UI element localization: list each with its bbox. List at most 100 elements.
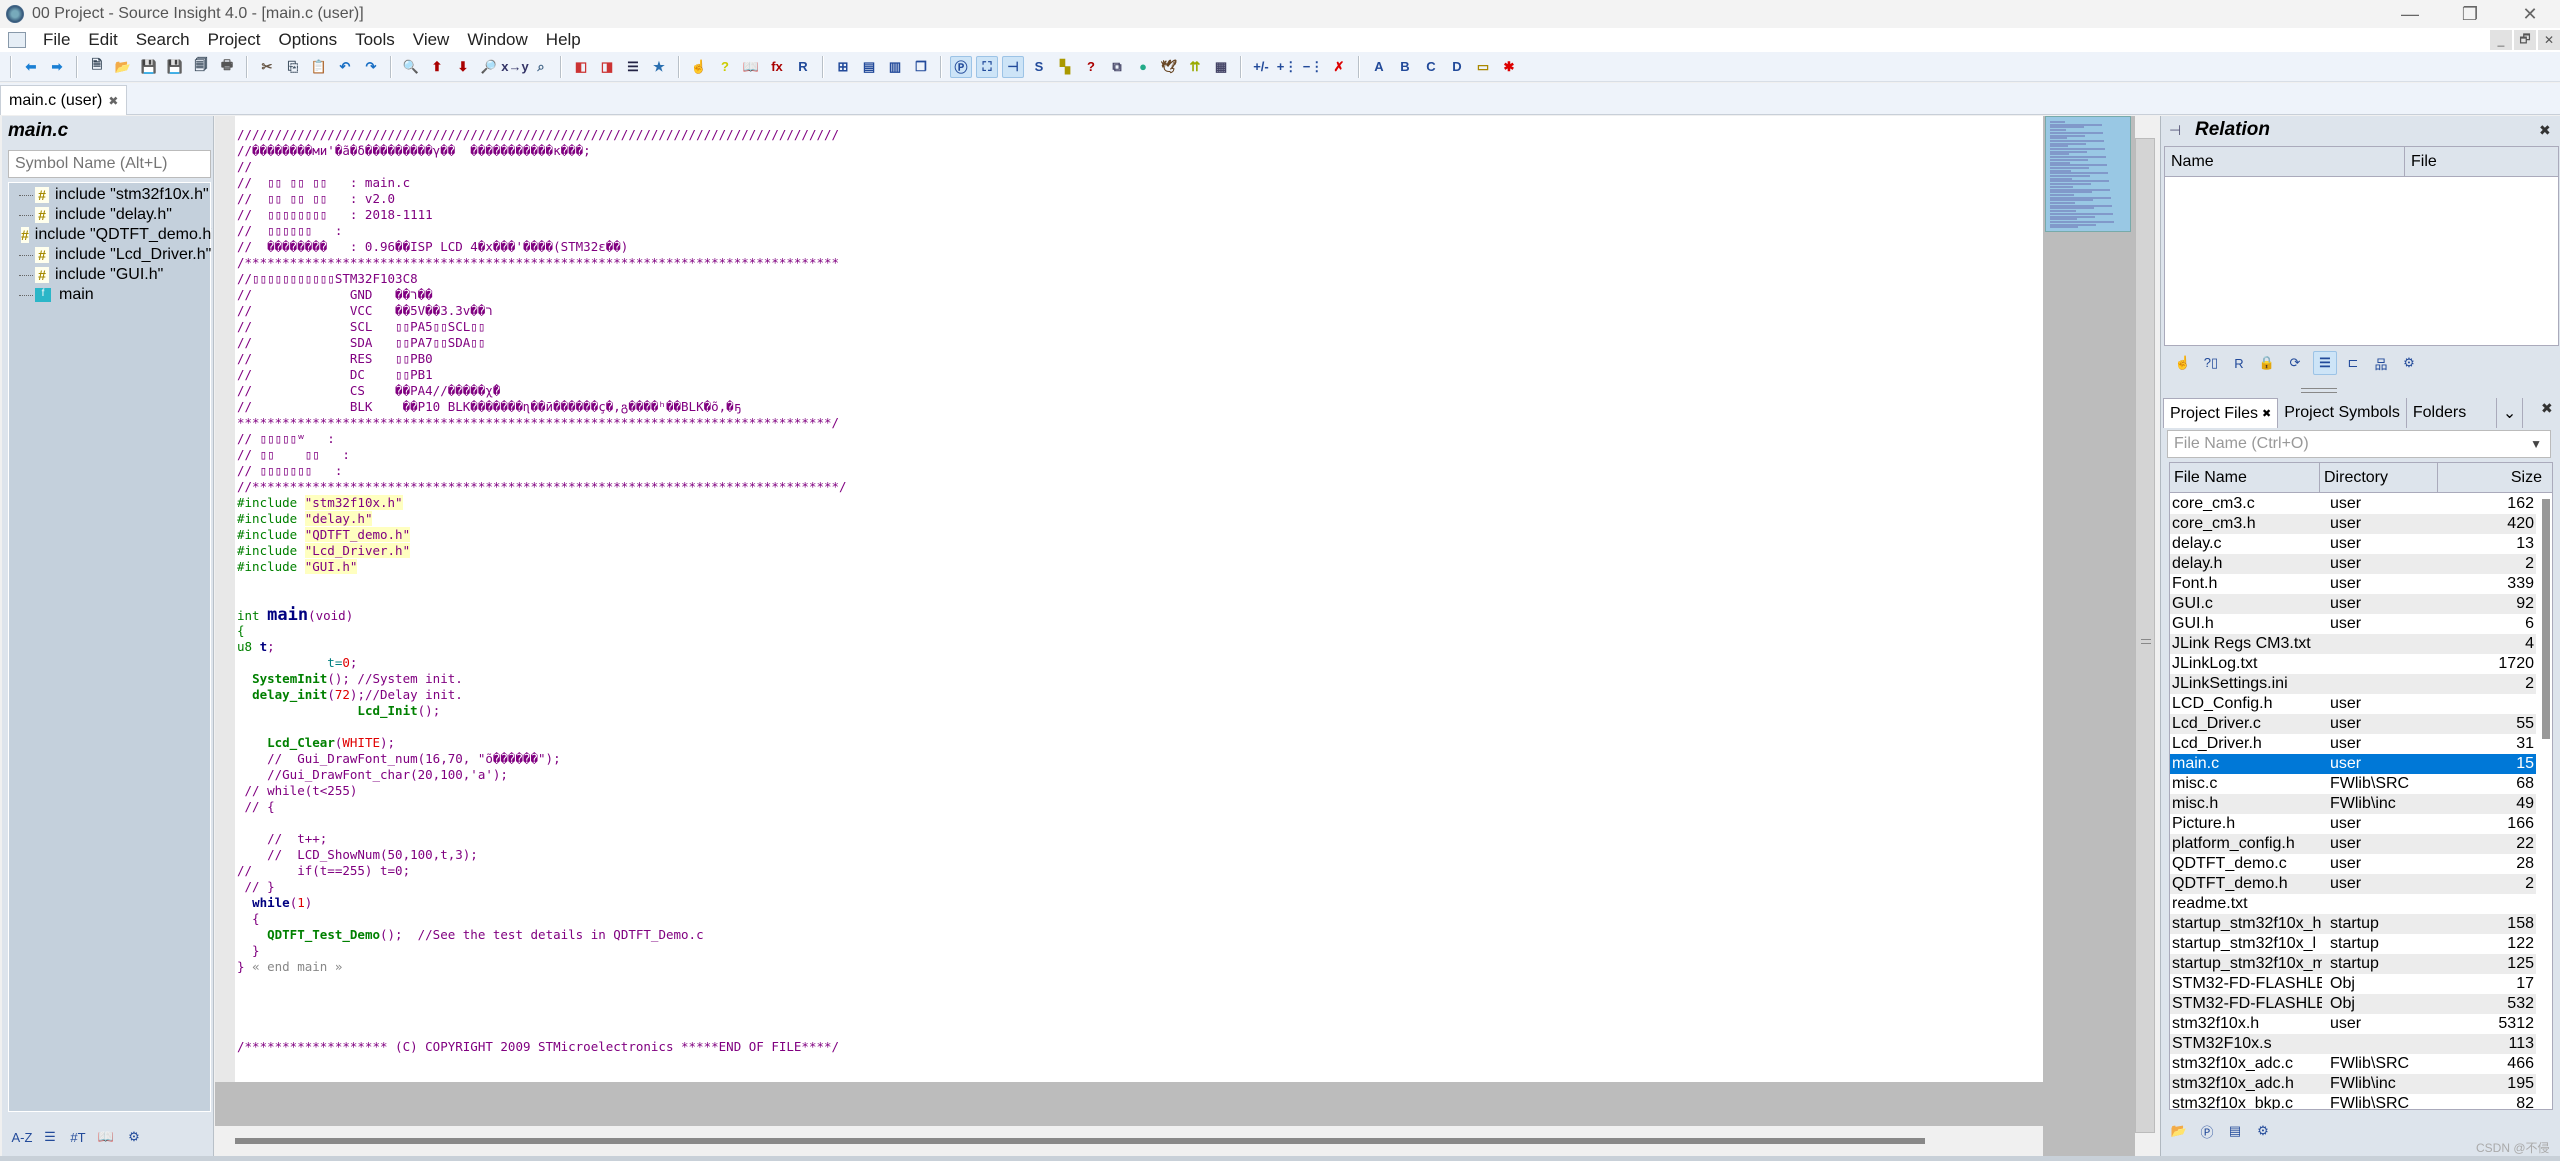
file-row[interactable]: stm32f10x.h user 5312 <box>2170 1014 2536 1034</box>
list-view-icon[interactable]: ☰ <box>38 1125 62 1149</box>
bookmark-prev-icon[interactable]: ◧ <box>570 56 592 78</box>
find-icon[interactable]: 🔍 <box>400 56 422 78</box>
folder-bookmark-new-icon[interactable]: ✱ <box>1498 56 1520 78</box>
context-window-icon[interactable]: ⛶ <box>976 55 998 78</box>
relation-window-icon[interactable]: ⊣ <box>1002 55 1024 78</box>
layout-4-icon[interactable]: ❐ <box>910 56 932 78</box>
forward-arrow-icon[interactable]: ➡ <box>46 56 68 78</box>
overview-icon[interactable]: ⧉ <box>1106 56 1128 78</box>
menu-search[interactable]: Search <box>127 30 199 50</box>
file-row[interactable]: Font.h user 339 <box>2170 574 2536 594</box>
outline-icon[interactable]: ☰ <box>622 56 644 78</box>
file-row[interactable]: Lcd_Driver.h user 31 <box>2170 734 2536 754</box>
browse-icon[interactable]: 📖 <box>740 56 762 78</box>
column-size[interactable]: Size <box>2438 463 2552 493</box>
horizontal-scroll-thumb[interactable] <box>235 1138 1925 1144</box>
symbol-item[interactable]: # include "stm32f10x.h" <box>9 185 212 205</box>
menu-help[interactable]: Help <box>537 30 590 50</box>
settings-gear-icon[interactable]: ⚙ <box>122 1125 146 1149</box>
menu-view[interactable]: View <box>404 30 459 50</box>
mdi-close-button[interactable]: ✕ <box>2538 30 2560 50</box>
file-row[interactable]: stm32f10x_bkp.c FWlib\SRC 82 <box>2170 1094 2536 1109</box>
paste-icon[interactable]: 📋 <box>308 56 330 78</box>
new-file-icon[interactable]: 🗎 <box>86 56 108 78</box>
vertical-scrollbar[interactable] <box>2135 116 2155 1156</box>
symbol-item[interactable]: # include "GUI.h" <box>9 265 212 285</box>
print-icon[interactable]: 🖶 <box>216 56 238 78</box>
file-row[interactable]: JLinkLog.txt 1720 <box>2170 654 2536 674</box>
redo-icon[interactable]: ↷ <box>360 56 382 78</box>
refresh-icon[interactable]: ⟳ <box>2283 351 2307 375</box>
menu-tools[interactable]: Tools <box>346 30 404 50</box>
document-icon[interactable] <box>8 32 26 48</box>
mdi-minimize-button[interactable]: _ <box>2490 30 2512 50</box>
menu-file[interactable]: File <box>34 30 79 50</box>
file-row[interactable]: delay.c user 13 <box>2170 534 2536 554</box>
settings-gear-icon[interactable]: ⚙ <box>2251 1119 2275 1143</box>
column-directory[interactable]: Directory <box>2320 463 2438 493</box>
outline-view-icon[interactable]: ☰ <box>2313 351 2337 375</box>
layout-1-icon[interactable]: ⊞ <box>832 56 854 78</box>
save-all-icon[interactable]: 🗐 <box>190 56 212 78</box>
file-row[interactable]: core_cm3.h user 420 <box>2170 514 2536 534</box>
file-row[interactable]: platform_config.h user 22 <box>2170 834 2536 854</box>
file-row[interactable]: QDTFT_demo.c user 28 <box>2170 854 2536 874</box>
cut-icon[interactable]: ✂ <box>256 56 278 78</box>
bookmark-icon[interactable]: ★ <box>648 56 670 78</box>
file-row[interactable]: GUI.h user 6 <box>2170 614 2536 634</box>
file-row[interactable]: STM32F10x.s 113 <box>2170 1034 2536 1054</box>
menu-window[interactable]: Window <box>458 30 536 50</box>
mdi-restore-button[interactable]: 🗗 <box>2514 30 2536 50</box>
find-next-icon[interactable]: ⬇ <box>452 56 474 78</box>
file-row[interactable]: Lcd_Driver.c user 55 <box>2170 714 2536 734</box>
symbol-item[interactable]: # include "delay.h" <box>9 205 212 225</box>
restore-button[interactable]: ❐ <box>2440 0 2500 28</box>
file-row[interactable]: misc.h FWlib\inc 49 <box>2170 794 2536 814</box>
file-row[interactable]: readme.txt <box>2170 894 2536 914</box>
function-up-icon[interactable]: fx <box>766 56 788 78</box>
file-row[interactable]: main.c user 15 <box>2170 754 2536 774</box>
file-row[interactable]: GUI.c user 92 <box>2170 594 2536 614</box>
jump-icon[interactable]: ☝ <box>2171 351 2195 375</box>
project-window-icon[interactable]: Ⓟ <box>950 55 972 78</box>
code-editor[interactable]: ////////////////////////////////////////… <box>235 116 2043 1082</box>
overview-viewport[interactable] <box>2045 116 2131 232</box>
expand-icon[interactable]: +⋮ <box>1276 56 1298 78</box>
relation-column-file[interactable]: File <box>2405 147 2558 177</box>
bookmark-c-icon[interactable]: C <box>1420 56 1442 78</box>
replace-icon[interactable]: x→y <box>501 56 528 78</box>
files-scroll-thumb[interactable] <box>2542 499 2550 739</box>
panel-splitter[interactable] <box>2301 388 2337 393</box>
collapse-icon[interactable]: −⋮ <box>1302 56 1324 78</box>
open-folder-icon[interactable]: 📂 <box>112 56 134 78</box>
file-row[interactable]: QDTFT_demo.h user 2 <box>2170 874 2536 894</box>
save-as-icon[interactable]: 💾 <box>164 56 186 78</box>
file-row[interactable]: Picture.h user 166 <box>2170 814 2536 834</box>
bookmark-d-icon[interactable]: D <box>1446 56 1468 78</box>
bird-icon[interactable]: 🕊 <box>1158 56 1180 78</box>
delete-outline-icon[interactable]: ✗ <box>1328 56 1350 78</box>
symbol-info-icon[interactable]: ?▯ <box>2199 351 2223 375</box>
minimize-button[interactable]: — <box>2380 0 2440 28</box>
open-project-icon[interactable]: 📂 <box>2167 1119 2191 1143</box>
file-row[interactable]: STM32-FD-FLASHLE Obj 532 <box>2170 994 2536 1014</box>
file-list-icon[interactable]: ▤ <box>2223 1119 2247 1143</box>
file-row[interactable]: stm32f10x_adc.c FWlib\SRC 466 <box>2170 1054 2536 1074</box>
file-row[interactable]: LCD_Config.h user <box>2170 694 2536 714</box>
copy-icon[interactable]: ⎘ <box>282 56 304 78</box>
file-row[interactable]: stm32f10x_adc.h FWlib\inc 195 <box>2170 1074 2536 1094</box>
references-icon[interactable]: R <box>2227 351 2251 375</box>
bookmark-b-icon[interactable]: B <box>1394 56 1416 78</box>
horizontal-graph-icon[interactable]: ⊏ <box>2341 351 2365 375</box>
close-button[interactable]: ✕ <box>2500 0 2560 28</box>
help-window-icon[interactable]: ? <box>1080 56 1102 78</box>
relation-column-name[interactable]: Name <box>2165 147 2405 177</box>
file-row[interactable]: JLinkSettings.ini 2 <box>2170 674 2536 694</box>
diff-icon[interactable]: ▦ <box>1210 56 1232 78</box>
file-row[interactable]: startup_stm32f10x_h startup 158 <box>2170 914 2536 934</box>
vertical-graph-icon[interactable]: 品 <box>2369 351 2393 375</box>
file-row[interactable]: STM32-FD-FLASHLE Obj 17 <box>2170 974 2536 994</box>
search-files-icon[interactable]: 🔎 <box>478 56 500 78</box>
browse-book-icon[interactable]: 📖 <box>94 1125 118 1149</box>
layout-2-icon[interactable]: ▤ <box>858 56 880 78</box>
